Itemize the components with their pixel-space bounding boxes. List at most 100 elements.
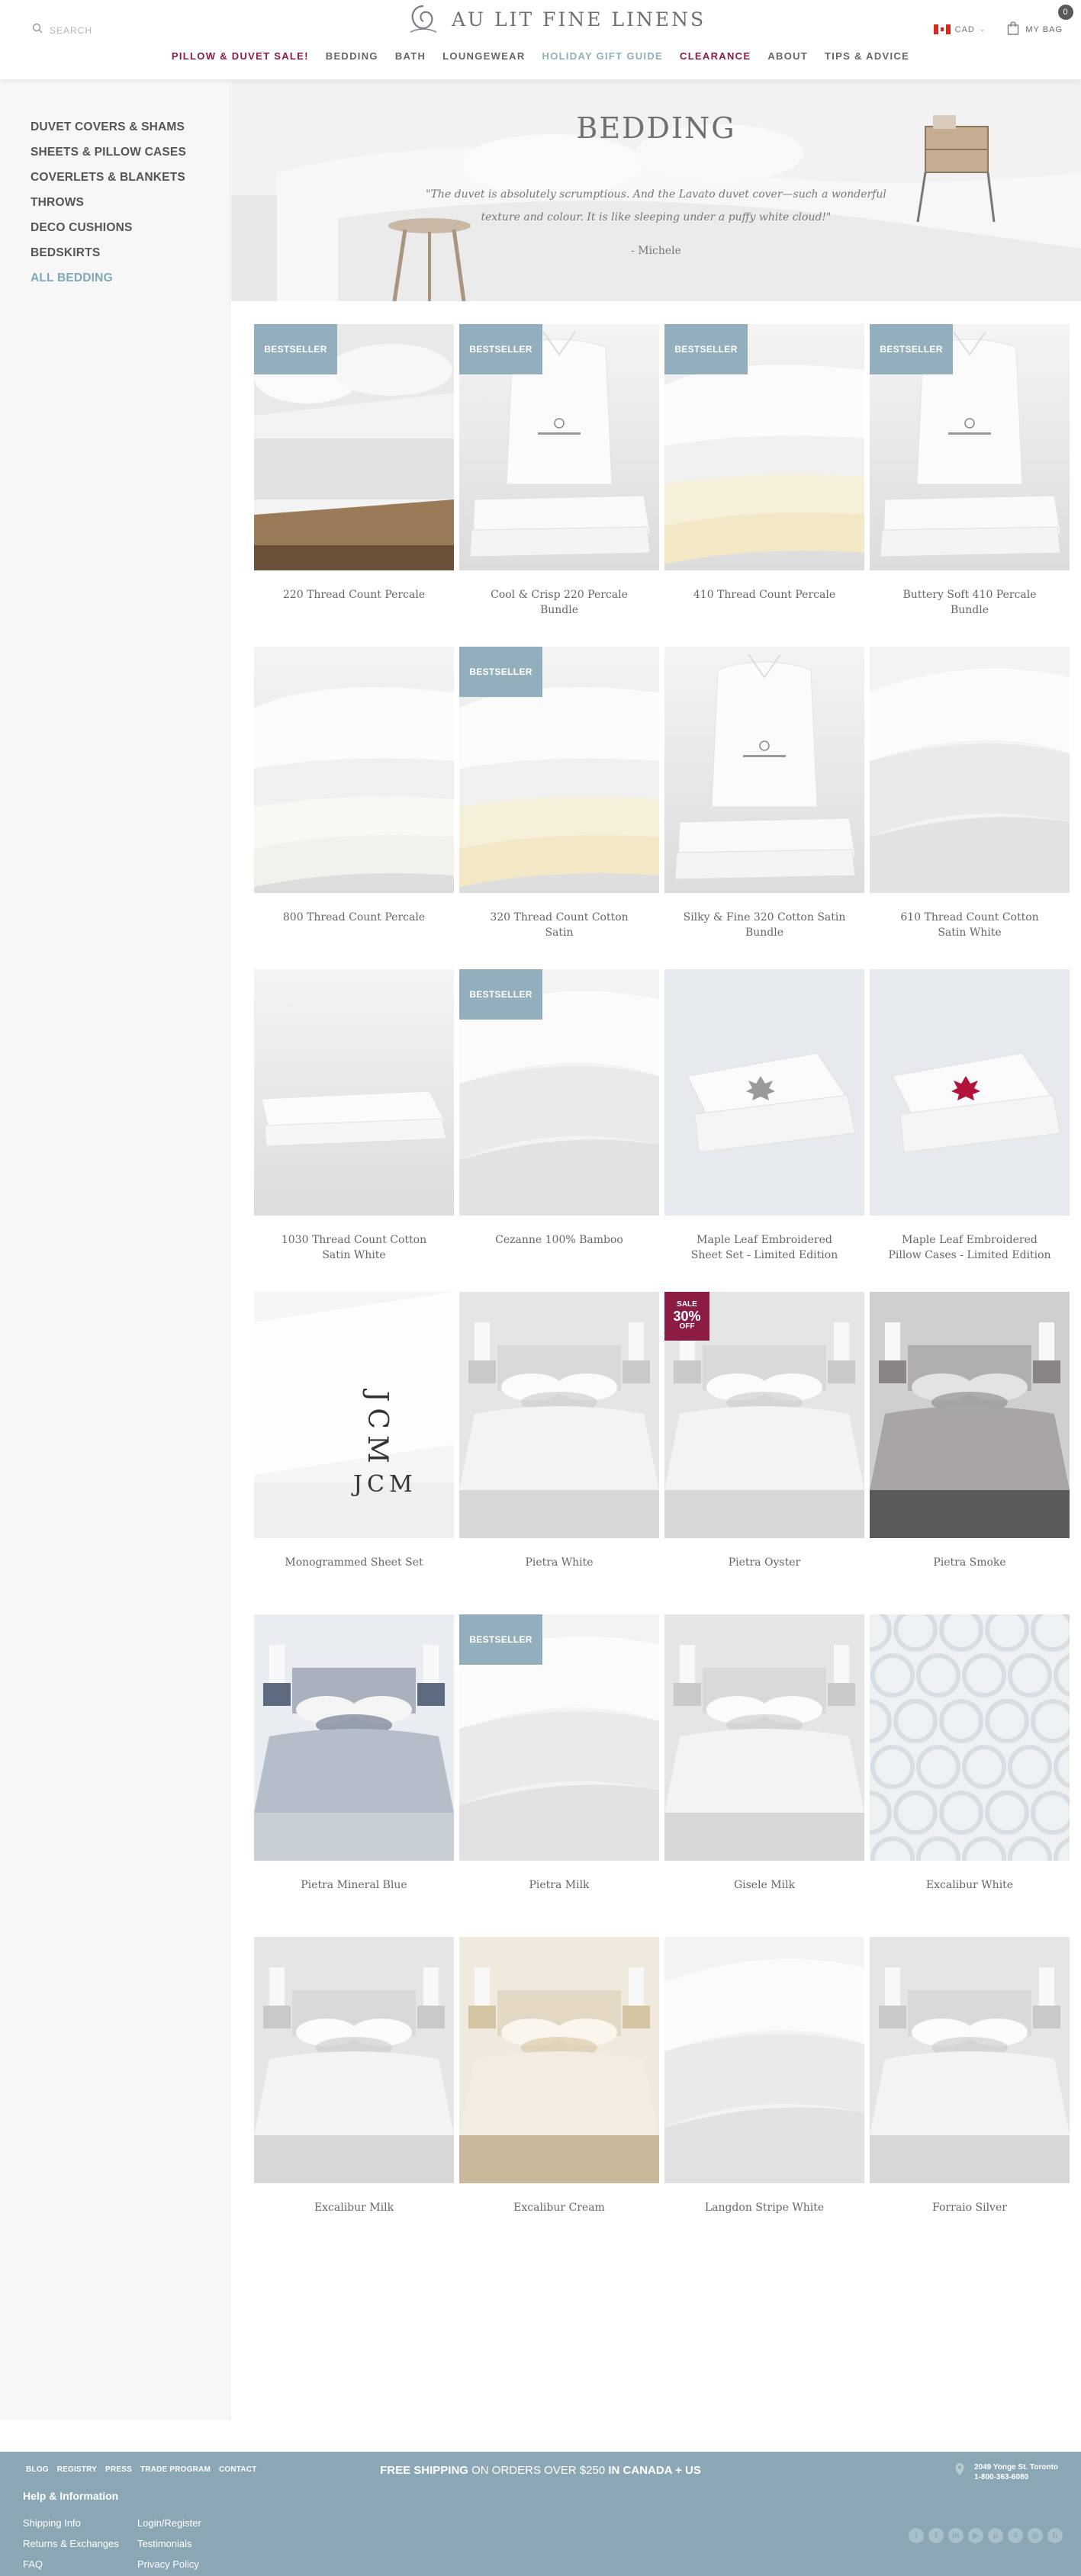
search-input[interactable] bbox=[50, 24, 156, 36]
foursquare-icon[interactable]: 4 bbox=[1008, 2528, 1023, 2543]
product-image[interactable] bbox=[459, 1292, 659, 1538]
product-name-excalibur-milk[interactable]: Excalibur Milk bbox=[254, 2200, 454, 2215]
product-name-610-thread-count-cotton-satin-white[interactable]: 610 Thread Count Cotton Satin White bbox=[870, 910, 1070, 940]
sidebar-item-all-bedding[interactable]: ALL BEDDING bbox=[31, 271, 230, 285]
product-image[interactable] bbox=[664, 647, 864, 893]
product-card[interactable]: Langdon Stripe White bbox=[664, 1937, 864, 2260]
product-card[interactable]: BESTSELLER Pietra Milk bbox=[459, 1614, 659, 1937]
product-card[interactable]: 610 Thread Count Cotton Satin White bbox=[870, 647, 1070, 969]
product-image[interactable] bbox=[664, 969, 864, 1216]
product-card[interactable]: JCM JCM Monogrammed Sheet Set bbox=[254, 1292, 454, 1614]
product-name-langdon-stripe-white[interactable]: Langdon Stripe White bbox=[664, 2200, 864, 2215]
nav-item-loungewear[interactable]: LOUNGEWEAR bbox=[434, 50, 533, 62]
site-logo[interactable]: AU LIT FINE LINENS bbox=[404, 3, 706, 35]
product-image[interactable] bbox=[254, 969, 454, 1216]
product-name-800-thread-count-percale[interactable]: 800 Thread Count Percale bbox=[254, 910, 454, 925]
sidebar-item-duvet-covers[interactable]: DUVET COVERS & SHAMS bbox=[31, 120, 230, 134]
nav-item-bedding[interactable]: BEDDING bbox=[317, 50, 387, 62]
product-card[interactable]: Silky & Fine 320 Cotton Satin Bundle bbox=[664, 647, 864, 969]
product-image[interactable]: BESTSELLER bbox=[254, 324, 454, 570]
product-card[interactable]: 800 Thread Count Percale bbox=[254, 647, 454, 969]
product-name-320-thread-count-cotton-satin[interactable]: 320 Thread Count Cotton Satin bbox=[459, 910, 659, 940]
product-image[interactable] bbox=[870, 969, 1070, 1216]
product-name-maple-leaf-embroidered-pillow-cases-limited-edition[interactable]: Maple Leaf Embroidered Pillow Cases - Li… bbox=[870, 1232, 1070, 1263]
linkedin-icon[interactable]: in bbox=[948, 2528, 964, 2543]
product-image[interactable]: JCM JCM bbox=[254, 1292, 454, 1538]
product-card[interactable]: Excalibur Cream bbox=[459, 1937, 659, 2260]
product-card[interactable]: BESTSELLER Cool & Crisp 220 Percale Bundl… bbox=[459, 324, 659, 647]
product-image[interactable] bbox=[664, 1614, 864, 1861]
product-card[interactable]: Pietra Mineral Blue bbox=[254, 1614, 454, 1937]
product-card[interactable]: Pietra White bbox=[459, 1292, 659, 1614]
product-image[interactable]: BESTSELLER bbox=[459, 324, 659, 570]
sidebar-item-deco-cushions[interactable]: DECO CUSHIONS bbox=[31, 221, 230, 235]
product-image[interactable]: BESTSELLER bbox=[459, 647, 659, 893]
product-card[interactable]: 1030 Thread Count Cotton Satin White bbox=[254, 969, 454, 1292]
product-card[interactable]: Pietra Smoke bbox=[870, 1292, 1070, 1614]
product-image[interactable]: BESTSELLER bbox=[459, 1614, 659, 1861]
product-image[interactable] bbox=[664, 1937, 864, 2183]
product-image[interactable] bbox=[870, 647, 1070, 893]
product-card[interactable]: BESTSELLER Buttery Soft 410 Percale Bundl… bbox=[870, 324, 1070, 647]
product-name-gisele-milk[interactable]: Gisele Milk bbox=[664, 1877, 864, 1893]
footer-link-testimonials[interactable]: Testimonials bbox=[137, 2533, 201, 2554]
youtube-icon[interactable]: ▶ bbox=[968, 2528, 983, 2543]
search-icon[interactable] bbox=[32, 23, 43, 37]
product-card[interactable]: BESTSELLER 320 Thread Count Cotton Satin bbox=[459, 647, 659, 969]
product-card[interactable]: BESTSELLER 410 Thread Count Percale bbox=[664, 324, 864, 647]
nav-item-pillow-duvet-sale[interactable]: PILLOW & DUVET SALE! bbox=[163, 50, 317, 62]
product-name-monogrammed-sheet-set[interactable]: Monogrammed Sheet Set bbox=[254, 1555, 454, 1570]
product-image[interactable] bbox=[254, 1614, 454, 1861]
product-card[interactable]: Maple Leaf Embroidered Sheet Set - Limit… bbox=[664, 969, 864, 1292]
product-name-maple-leaf-embroidered-sheet-set-limited-edition[interactable]: Maple Leaf Embroidered Sheet Set - Limit… bbox=[664, 1232, 864, 1263]
product-name-pietra-milk[interactable]: Pietra Milk bbox=[459, 1877, 659, 1893]
product-card[interactable]: BESTSELLER 220 Thread Count Percale bbox=[254, 324, 454, 647]
product-image[interactable] bbox=[459, 1937, 659, 2183]
footer-link-returns[interactable]: Returns & Exchanges bbox=[23, 2533, 119, 2554]
sidebar-item-sheets-pillow-cases[interactable]: SHEETS & PILLOW CASES bbox=[31, 146, 230, 159]
product-name-excalibur-cream[interactable]: Excalibur Cream bbox=[459, 2200, 659, 2215]
product-image[interactable]: BESTSELLER bbox=[459, 969, 659, 1216]
product-card[interactable]: Forraio Silver bbox=[870, 1937, 1070, 2260]
product-card[interactable]: Excalibur Milk bbox=[254, 1937, 454, 2260]
product-name-pietra-oyster[interactable]: Pietra Oyster bbox=[664, 1555, 864, 1570]
product-name-cezanne-100-bamboo[interactable]: Cezanne 100% Bamboo bbox=[459, 1232, 659, 1248]
twitter-icon[interactable]: t bbox=[909, 2528, 924, 2543]
product-image[interactable]: BESTSELLER bbox=[664, 324, 864, 570]
product-name-buttery-soft-410-percale-bundle[interactable]: Buttery Soft 410 Percale Bundle bbox=[870, 587, 1070, 618]
nav-item-about[interactable]: ABOUT bbox=[759, 50, 816, 62]
product-card[interactable]: SALE 30% OFF Pietra Oyster bbox=[664, 1292, 864, 1614]
product-image[interactable] bbox=[254, 647, 454, 893]
product-name-forraio-silver[interactable]: Forraio Silver bbox=[870, 2200, 1070, 2215]
cart-button[interactable]: MY BAG 0 bbox=[1007, 5, 1073, 37]
product-name-pietra-mineral-blue[interactable]: Pietra Mineral Blue bbox=[254, 1877, 454, 1893]
footer-link-shipping-info[interactable]: Shipping Info bbox=[23, 2513, 119, 2533]
product-name-excalibur-white[interactable]: Excalibur White bbox=[870, 1877, 1070, 1893]
nav-item-clearance[interactable]: CLEARANCE bbox=[671, 50, 759, 62]
sidebar-item-bedskirts[interactable]: BEDSKIRTS bbox=[31, 246, 230, 260]
product-name-silky-fine-320-cotton-satin-bundle[interactable]: Silky & Fine 320 Cotton Satin Bundle bbox=[664, 910, 864, 940]
footer-link-privacy[interactable]: Privacy Policy bbox=[137, 2554, 201, 2574]
product-image[interactable]: BESTSELLER bbox=[870, 324, 1070, 570]
product-card[interactable]: Gisele Milk bbox=[664, 1614, 864, 1937]
product-card[interactable]: BESTSELLER Cezanne 100% Bamboo bbox=[459, 969, 659, 1292]
sidebar-item-throws[interactable]: THROWS bbox=[31, 196, 230, 210]
nav-item-bath[interactable]: BATH bbox=[387, 50, 434, 62]
product-name-cool-crisp-220-percale-bundle[interactable]: Cool & Crisp 220 Percale Bundle bbox=[459, 587, 659, 618]
product-card[interactable]: Maple Leaf Embroidered Pillow Cases - Li… bbox=[870, 969, 1070, 1292]
product-card[interactable]: Excalibur White bbox=[870, 1614, 1070, 1937]
product-image[interactable] bbox=[870, 1292, 1070, 1538]
footer-link-faq[interactable]: FAQ bbox=[23, 2554, 119, 2574]
nav-item-holiday-gift-guide[interactable]: HOLIDAY GIFT GUIDE bbox=[534, 50, 671, 62]
product-name-pietra-smoke[interactable]: Pietra Smoke bbox=[870, 1555, 1070, 1570]
nav-item-tips-advice[interactable]: TIPS & ADVICE bbox=[816, 50, 918, 62]
phone-number[interactable]: 1-800-363-6080 bbox=[974, 2472, 1058, 2482]
footer-link-login[interactable]: Login/Register bbox=[137, 2513, 201, 2533]
search-bar[interactable] bbox=[32, 23, 156, 37]
product-image[interactable] bbox=[870, 1937, 1070, 2183]
currency-selector[interactable]: CAD ⌄ bbox=[933, 24, 986, 34]
product-name-1030-thread-count-cotton-satin-white[interactable]: 1030 Thread Count Cotton Satin White bbox=[254, 1232, 454, 1263]
houzz-icon[interactable]: h bbox=[1047, 2528, 1063, 2543]
facebook-icon[interactable]: f bbox=[928, 2528, 944, 2543]
product-name-pietra-white[interactable]: Pietra White bbox=[459, 1555, 659, 1570]
